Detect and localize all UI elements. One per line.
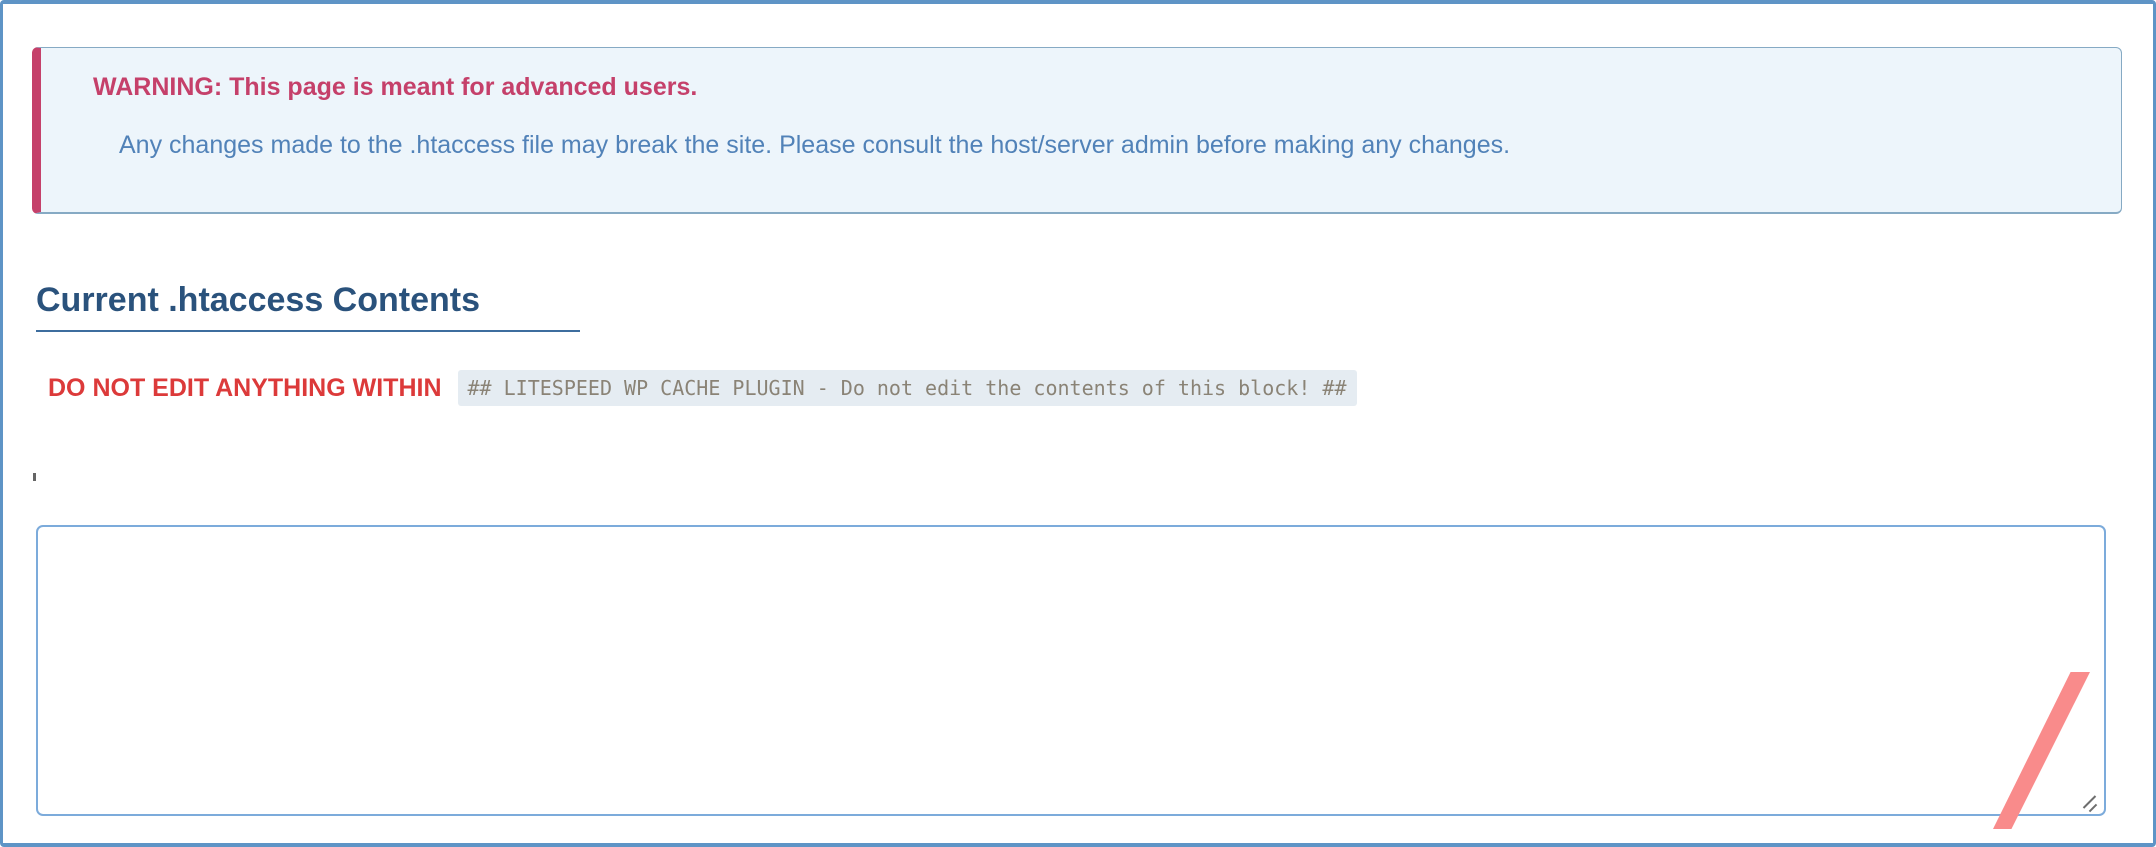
do-not-edit-label: DO NOT EDIT ANYTHING WITHIN xyxy=(48,374,442,402)
litespeed-block-marker-code: ## LITESPEED WP CACHE PLUGIN - Do not ed… xyxy=(457,370,1357,406)
advanced-users-warning-box: WARNING: This page is meant for advanced… xyxy=(32,47,2122,214)
warning-title: WARNING: This page is meant for advanced… xyxy=(93,73,698,101)
htaccess-content-textarea[interactable] xyxy=(36,525,2106,816)
warning-body-text: Any changes made to the .htaccess file m… xyxy=(119,131,1511,159)
stray-mark xyxy=(33,473,36,481)
textarea-resize-handle[interactable] xyxy=(2079,793,2105,815)
current-htaccess-contents-heading: Current .htaccess Contents xyxy=(36,280,580,332)
resize-grip-line-icon xyxy=(2088,803,2098,813)
do-not-edit-notice: DO NOT EDIT ANYTHING WITHIN ## LITESPEED… xyxy=(48,370,1357,406)
htaccess-editor-page: WARNING: This page is meant for advanced… xyxy=(0,0,2156,847)
